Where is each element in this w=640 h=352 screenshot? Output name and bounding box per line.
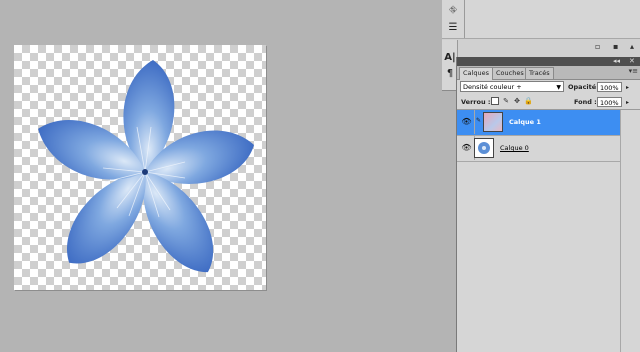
lock-transparency-icon[interactable] bbox=[491, 97, 499, 105]
scroll-up-icon[interactable]: ▴ bbox=[630, 43, 638, 51]
layer-row-calque-1[interactable]: 👁 ✎ Calque 1 bbox=[457, 110, 620, 136]
fill-field[interactable]: 100% ▸ bbox=[597, 97, 629, 107]
collapse-icon[interactable]: ◂◂ bbox=[613, 57, 620, 66]
lock-all-icon[interactable]: 🔒 bbox=[524, 97, 533, 105]
blend-mode-value: Densité couleur + bbox=[463, 83, 522, 91]
fill-value: 100% bbox=[600, 99, 619, 107]
document-canvas[interactable] bbox=[14, 45, 266, 290]
tab-couches[interactable]: Couches bbox=[492, 67, 528, 79]
flower-image bbox=[38, 60, 254, 273]
trash-icon[interactable]: ▪ bbox=[613, 43, 621, 51]
paragraph-icon[interactable]: ¶ bbox=[443, 68, 457, 80]
panel-tabs: Calques Couches Tracés ▾≡ bbox=[457, 66, 640, 80]
lock-label: Verrou : bbox=[461, 98, 491, 106]
opacity-arrow-icon[interactable]: ▸ bbox=[626, 83, 629, 93]
eye-icon[interactable]: 👁 bbox=[459, 136, 475, 160]
brush-icon: ✎ bbox=[476, 117, 482, 124]
layer-row-calque-0[interactable]: 👁 Calque 0 bbox=[457, 136, 620, 162]
opacity-field[interactable]: 100% ▸ bbox=[597, 82, 629, 92]
character-icon[interactable]: A| bbox=[443, 52, 457, 64]
layer-thumbnail bbox=[483, 112, 503, 132]
opacity-value: 100% bbox=[600, 84, 619, 92]
adjustments-panel-footer: ▫ ▪ ▴ bbox=[442, 38, 640, 57]
layer-name[interactable]: Calque 1 bbox=[509, 118, 541, 126]
fill-label: Fond : bbox=[574, 98, 597, 106]
layer-name[interactable]: Calque 0 bbox=[500, 144, 529, 152]
histogram-icon[interactable]: ⛗ bbox=[446, 5, 460, 17]
blend-mode-select[interactable]: Densité couleur + ▼ bbox=[460, 81, 564, 92]
layers-scrollbar[interactable] bbox=[620, 110, 640, 352]
adjust-stack-icon[interactable]: ☰ bbox=[446, 22, 460, 34]
fill-arrow-icon[interactable]: ▸ bbox=[626, 98, 629, 108]
close-icon[interactable]: ✕ bbox=[629, 57, 635, 66]
eye-icon[interactable]: 👁 bbox=[459, 110, 475, 134]
new-item-icon[interactable]: ▫ bbox=[595, 43, 603, 51]
panel-icon-strip: ⛗ ☰ bbox=[442, 0, 465, 38]
layer-thumbnail bbox=[474, 138, 494, 158]
lock-position-icon[interactable]: ✥ bbox=[513, 97, 521, 105]
lock-row: Verrou : ✎ ✥ 🔒 Fond : 100% ▸ bbox=[457, 95, 640, 110]
blend-row: Densité couleur + ▼ Opacité : 100% ▸ bbox=[457, 79, 640, 95]
tab-traces[interactable]: Tracés bbox=[525, 67, 554, 79]
layers-panel: ◂◂ ✕ Calques Couches Tracés ▾≡ Densité c… bbox=[456, 57, 640, 352]
panel-menu-icon[interactable]: ▾≡ bbox=[629, 67, 638, 75]
panel-titlebar[interactable]: ◂◂ ✕ bbox=[457, 57, 640, 66]
chevron-down-icon: ▼ bbox=[556, 84, 561, 91]
lock-paint-icon[interactable]: ✎ bbox=[502, 97, 510, 105]
